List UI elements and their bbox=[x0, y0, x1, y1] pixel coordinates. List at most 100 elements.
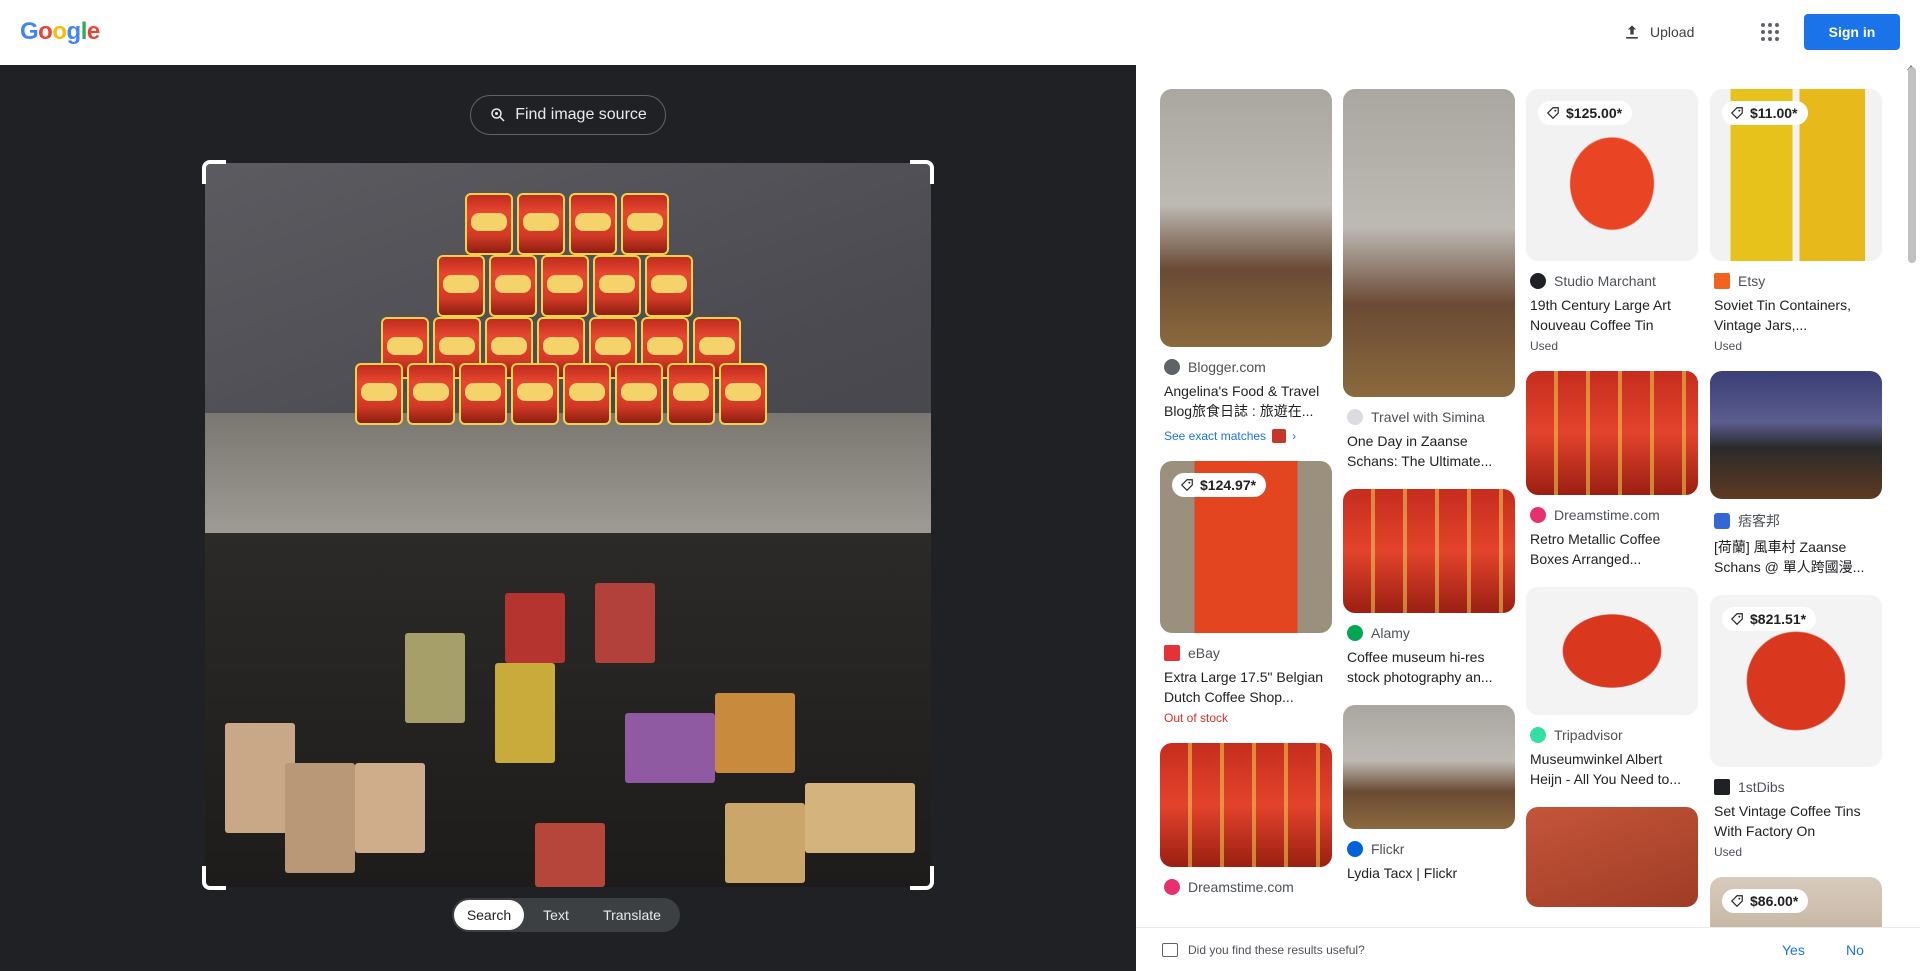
studio-marchant-icon bbox=[1530, 273, 1546, 289]
feedback-no-button[interactable]: No bbox=[1846, 942, 1864, 958]
globe-icon bbox=[1164, 359, 1180, 375]
result-card[interactable]: Blogger.com Angelina's Food & Travel Blo… bbox=[1160, 89, 1332, 443]
ebay-icon bbox=[1164, 645, 1180, 661]
result-title[interactable]: Set Vintage Coffee Tins With Factory On bbox=[1710, 795, 1882, 841]
price-tag-icon bbox=[1730, 613, 1743, 626]
results-column-4: $11.00* Etsy Soviet Tin Containers, Vint… bbox=[1710, 89, 1882, 971]
stock-status: Out of stock bbox=[1164, 711, 1229, 725]
result-source: Etsy bbox=[1738, 273, 1766, 289]
result-thumbnail[interactable]: $821.51* bbox=[1710, 595, 1882, 767]
condition-label: Used bbox=[1530, 339, 1559, 353]
result-thumbnail[interactable] bbox=[1160, 89, 1332, 347]
result-card[interactable]: Flickr Lydia Tacx | Flickr bbox=[1343, 705, 1515, 883]
image-viewer: Find image source Search Text Translate bbox=[0, 65, 1136, 971]
result-thumbnail[interactable] bbox=[1710, 371, 1882, 499]
price-badge: $124.97* bbox=[1172, 473, 1267, 497]
result-card[interactable]: $11.00* Etsy Soviet Tin Containers, Vint… bbox=[1710, 89, 1882, 353]
alamy-icon bbox=[1347, 625, 1363, 641]
exact-match-thumbnail-icon bbox=[1272, 429, 1287, 443]
tripadvisor-icon bbox=[1530, 727, 1546, 743]
result-title[interactable]: Soviet Tin Containers, Vintage Jars,... bbox=[1710, 289, 1882, 335]
result-card[interactable]: $125.00* Studio Marchant 19th Century La… bbox=[1526, 89, 1698, 353]
crop-handle-top-left[interactable] bbox=[202, 160, 226, 184]
result-thumbnail[interactable] bbox=[1526, 371, 1698, 495]
upload-button[interactable]: Upload bbox=[1622, 16, 1694, 48]
price-tag-icon bbox=[1730, 895, 1743, 908]
result-title[interactable]: [荷蘭] 風車村 Zaanse Schans @ 單人跨國漫... bbox=[1710, 531, 1882, 577]
feedback-question: Did you find these results useful? bbox=[1188, 942, 1365, 957]
result-source: Tripadvisor bbox=[1554, 727, 1623, 743]
price-badge: $11.00* bbox=[1722, 101, 1808, 125]
result-card[interactable]: Travel with Simina One Day in Zaanse Sch… bbox=[1343, 89, 1515, 471]
tab-text[interactable]: Text bbox=[524, 900, 588, 930]
feedback-bar: Did you find these results useful? Yes N… bbox=[1136, 927, 1920, 971]
feedback-icon bbox=[1162, 942, 1178, 957]
result-thumbnail[interactable] bbox=[1343, 705, 1515, 829]
result-title[interactable]: 19th Century Large Art Nouveau Coffee Ti… bbox=[1526, 289, 1698, 335]
results-scrollbar[interactable] bbox=[1908, 67, 1916, 263]
crop-handle-bottom-left[interactable] bbox=[202, 866, 226, 890]
result-title[interactable]: Retro Metallic Coffee Boxes Arranged... bbox=[1526, 523, 1698, 569]
google-logo[interactable]: Google bbox=[20, 18, 100, 46]
result-thumbnail[interactable] bbox=[1160, 743, 1332, 867]
result-card[interactable]: 痞客邦 [荷蘭] 風車村 Zaanse Schans @ 單人跨國漫... bbox=[1710, 371, 1882, 577]
upload-icon bbox=[1626, 25, 1638, 39]
1stdibs-icon bbox=[1714, 779, 1730, 795]
find-image-source-label: Find image source bbox=[515, 106, 647, 123]
result-thumbnail[interactable] bbox=[1343, 489, 1515, 613]
result-thumbnail[interactable] bbox=[1526, 587, 1698, 715]
result-thumbnail[interactable]: $11.00* bbox=[1710, 89, 1882, 261]
result-title[interactable]: Lydia Tacx | Flickr bbox=[1343, 857, 1515, 883]
condition-label: Used bbox=[1714, 339, 1743, 353]
result-title[interactable]: Museumwinkel Albert Heijn - All You Need… bbox=[1526, 743, 1698, 789]
result-card[interactable] bbox=[1526, 807, 1698, 907]
apps-grid-icon bbox=[1761, 23, 1779, 41]
tab-search[interactable]: Search bbox=[454, 900, 524, 930]
result-card[interactable]: $821.51* 1stDibs Set Vintage Coffee Tins… bbox=[1710, 595, 1882, 859]
result-source: 1stDibs bbox=[1738, 779, 1785, 795]
result-source: Studio Marchant bbox=[1554, 273, 1656, 289]
crop-handle-top-right[interactable] bbox=[910, 160, 934, 184]
dreamstime-icon bbox=[1164, 879, 1180, 895]
result-card[interactable]: Alamy Coffee museum hi-res stock photogr… bbox=[1343, 489, 1515, 687]
etsy-icon bbox=[1714, 273, 1730, 289]
result-title[interactable]: One Day in Zaanse Schans: The Ultimate..… bbox=[1343, 425, 1515, 471]
price-tag-icon bbox=[1546, 107, 1559, 120]
lens-search-icon bbox=[491, 108, 505, 122]
chevron-right-icon: › bbox=[1292, 429, 1297, 443]
feedback-yes-button[interactable]: Yes bbox=[1782, 942, 1805, 958]
google-apps-button[interactable] bbox=[1758, 20, 1782, 44]
result-thumbnail[interactable]: $125.00* bbox=[1526, 89, 1698, 261]
result-card[interactable]: $124.97* eBay Extra Large 17.5" Belgian … bbox=[1160, 461, 1332, 725]
result-thumbnail[interactable]: $124.97* bbox=[1160, 461, 1332, 633]
result-source: Alamy bbox=[1371, 625, 1410, 641]
condition-label: Used bbox=[1714, 845, 1743, 859]
upload-label: Upload bbox=[1650, 24, 1695, 40]
result-source: Dreamstime.com bbox=[1188, 879, 1294, 895]
tab-translate[interactable]: Translate bbox=[588, 900, 676, 930]
results-column-2: Travel with Simina One Day in Zaanse Sch… bbox=[1343, 89, 1515, 901]
find-image-source-button[interactable]: Find image source bbox=[470, 95, 666, 135]
result-title[interactable]: Extra Large 17.5" Belgian Dutch Coffee S… bbox=[1160, 661, 1332, 707]
pixnet-icon bbox=[1714, 513, 1730, 529]
dreamstime-icon bbox=[1530, 507, 1546, 523]
price-tag-icon bbox=[1180, 479, 1193, 492]
visual-matches-panel: Blogger.com Angelina's Food & Travel Blo… bbox=[1136, 65, 1920, 971]
result-source: Flickr bbox=[1371, 841, 1405, 857]
travel-site-icon bbox=[1347, 409, 1363, 425]
result-card[interactable]: Dreamstime.com Retro Metallic Coffee Box… bbox=[1526, 371, 1698, 569]
results-column-3: $125.00* Studio Marchant 19th Century La… bbox=[1526, 89, 1698, 925]
crop-selection-frame[interactable] bbox=[202, 160, 934, 890]
price-badge: $821.51* bbox=[1722, 607, 1817, 631]
result-title[interactable]: Angelina's Food & Travel Blog旅食日誌 : 旅遊在.… bbox=[1160, 375, 1332, 421]
result-thumbnail[interactable] bbox=[1343, 89, 1515, 397]
see-exact-matches-link[interactable]: See exact matches › bbox=[1160, 421, 1332, 443]
mode-tabs: Search Text Translate bbox=[452, 898, 680, 932]
result-title[interactable]: Coffee museum hi-res stock photography a… bbox=[1343, 641, 1515, 687]
crop-handle-bottom-right[interactable] bbox=[910, 866, 934, 890]
sign-in-button[interactable]: Sign in bbox=[1804, 14, 1900, 50]
result-card[interactable]: Dreamstime.com bbox=[1160, 743, 1332, 895]
result-thumbnail[interactable] bbox=[1526, 807, 1698, 907]
price-badge: $125.00* bbox=[1538, 101, 1633, 125]
result-card[interactable]: Tripadvisor Museumwinkel Albert Heijn - … bbox=[1526, 587, 1698, 789]
